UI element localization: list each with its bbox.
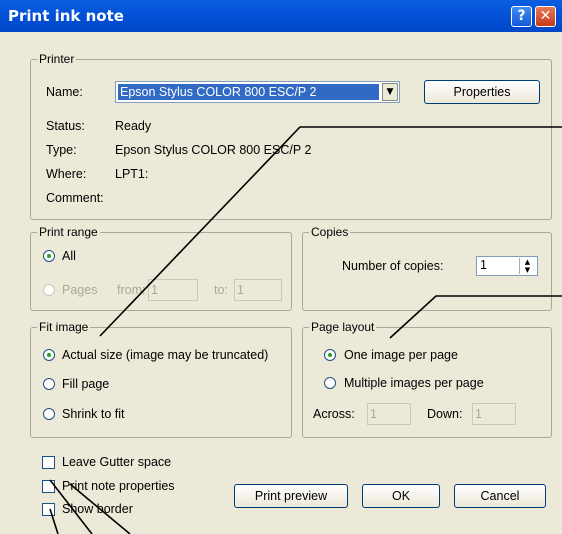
- callout-line-page-layout: [389, 295, 562, 339]
- callout-line-checkbox-1: [49, 479, 93, 534]
- print-dialog: Print ink note ? ✕ Printer Name: Epson S…: [0, 0, 562, 534]
- callout-line-fit-image: [99, 126, 562, 337]
- callout-lines: [49, 126, 562, 534]
- callout-line-checkbox-2: [49, 508, 59, 534]
- callout-line-checkbox-3: [69, 483, 131, 534]
